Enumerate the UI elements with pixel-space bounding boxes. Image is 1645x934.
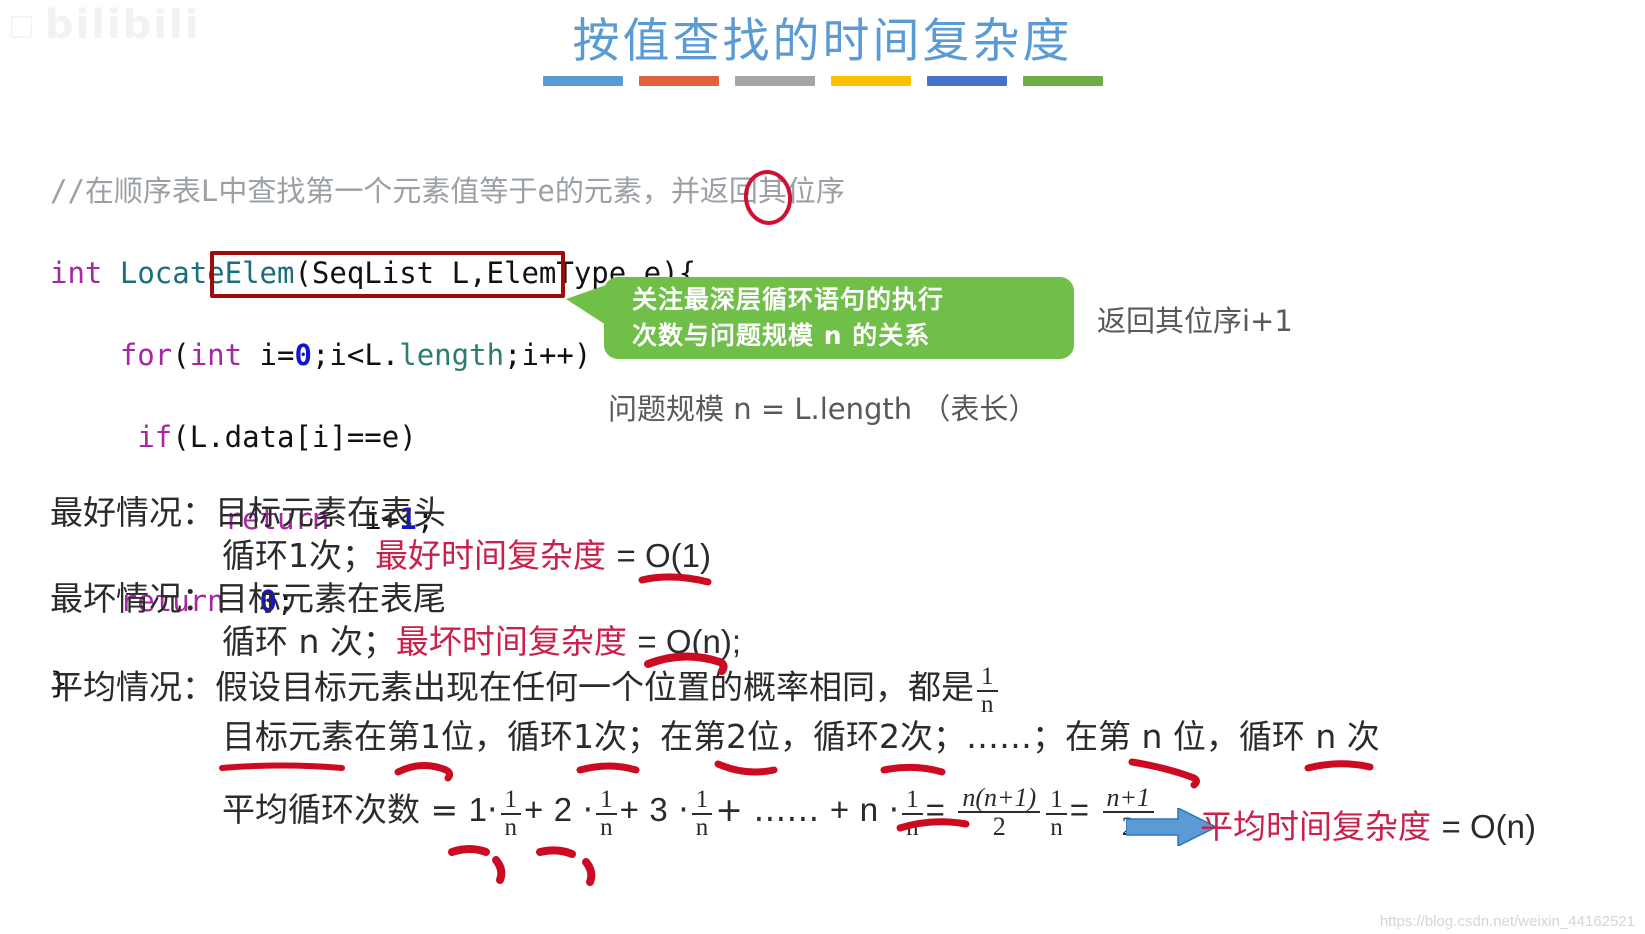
formula-term-2-coef: 2 [553, 791, 573, 828]
return-position-note: 返回其位序i+1 [1097, 304, 1293, 338]
average-case-positions-line: 目标元素在第1位，循环1次；在第2位，循环2次；……；在第 n 位，循环 n 次 [50, 716, 1380, 758]
probability-fraction: 1n [977, 663, 998, 719]
keyword-for: for [119, 338, 173, 372]
best-case-label: 最好情况： [50, 493, 215, 532]
title-rule-1 [542, 76, 623, 86]
formula-term-3-coef: 3 [649, 791, 668, 828]
ink-underline-posn [880, 763, 946, 776]
average-case-desc: 假设目标元素出现在任何一个位置的概率相同，都是 [215, 667, 974, 707]
title-rule-6 [1022, 76, 1103, 86]
sum-fraction: n(n+1) 2 [958, 783, 1041, 841]
function-name-locateelem: LocateElem [119, 256, 295, 290]
formula-last-op: · [888, 790, 900, 829]
ink-mark-frac1b [492, 856, 506, 884]
ink-mark-frac1 [448, 845, 490, 856]
formula-term-3-denominator: n [691, 812, 713, 841]
best-case-complexity-value: = O(1) [616, 537, 711, 574]
formula-equals-2: = [1069, 791, 1089, 828]
title-rule-2 [638, 76, 719, 86]
worst-case-complexity-label: 最坏时间复杂度 [395, 622, 627, 661]
formula-term-1-numerator: 1 [504, 785, 518, 813]
formula-last-denominator: n [902, 812, 923, 841]
worst-case-label: 最坏情况： [50, 579, 215, 618]
average-formula-line: 平均循环次数 = 1· 1 n + 2 · 1 n + 3 · 1 n + …… + n · 1 n =… [50, 784, 1157, 841]
sum-times-fraction: 1n [1046, 785, 1067, 842]
formula-last-coef: n [859, 791, 879, 828]
formula-term-2-op: · [582, 790, 594, 829]
ink-underline-posn-right [1128, 758, 1200, 789]
average-complexity-value: = O(n) [1441, 808, 1536, 845]
page-title: 按值查找的时间复杂度 [572, 14, 1073, 69]
formula-last-fraction: 1n [902, 785, 923, 842]
formula-term-1-fraction: 1n [500, 785, 521, 842]
average-complexity-label: 平均时间复杂度 [1200, 807, 1431, 846]
worst-case-loop-count: 循环 n 次； [222, 622, 396, 661]
sum-times-denominator: n [1046, 812, 1067, 841]
average-conclusion-line: 平均时间复杂度 = O(n) [1200, 800, 1536, 848]
ink-mark-frac2b [582, 858, 596, 886]
best-case-loop-count: 循环1次； [222, 536, 375, 575]
formula-equals-1: = [925, 791, 945, 828]
average-formula-label: 平均循环次数 = [222, 790, 459, 829]
formula-last-numerator: 1 [906, 785, 919, 813]
title-rule-4 [830, 76, 911, 86]
best-case-line: 最好情况：目标元素在表头 [50, 492, 446, 534]
code-line-comment: //在顺序表L中查找第一个元素值等于e的元素，并返回其位序 [50, 174, 845, 208]
sum-numerator: n(n+1) [962, 783, 1037, 812]
formula-term-2-numerator: 1 [600, 785, 613, 813]
ink-underline-loopn [1304, 760, 1374, 772]
best-case-detail-line: 循环1次；最好时间复杂度 = O(1) [50, 535, 711, 577]
keyword-int: int [50, 256, 103, 290]
best-case-complexity-label: 最好时间复杂度 [375, 536, 606, 575]
worst-case-detail-line: 循环 n 次；最坏时间复杂度 = O(n); [50, 621, 741, 663]
callout-bubble: 关注最深层循环语句的执行 次数与问题规模 n 的关系 [566, 277, 1074, 359]
average-positions-text: 目标元素在第1位，循环1次；在第2位，循环2次；……；在第 n 位，循环 n 次 [222, 717, 1380, 756]
formula-term-1-denominator: n [500, 812, 521, 841]
worst-case-complexity-value: = O(n); [637, 623, 742, 660]
formula-term-3-op: · [678, 790, 689, 829]
worst-case-line: 最坏情况：目标元素在表尾 [50, 578, 446, 620]
probability-numerator: 1 [981, 663, 994, 690]
problem-scale-note: 问题规模 n = L.length （表长） [608, 392, 1038, 426]
formula-ellipsis: + …… [715, 790, 820, 829]
formula-term-3-fraction: 1n [691, 785, 713, 842]
formula-term-2-denominator: n [596, 812, 617, 841]
callout-line-1: 关注最深层循环语句的执行 [632, 285, 945, 314]
sum-times-numerator: 1 [1050, 785, 1063, 813]
average-case-label: 平均情况： [50, 667, 215, 707]
callout-line-2: 次数与问题规模 n 的关系 [632, 321, 931, 350]
formula-term-2-fraction: 1n [596, 785, 617, 842]
title-rule-5 [926, 76, 1007, 86]
probability-denominator: n [977, 690, 998, 718]
formula-term-1-op: · [487, 790, 498, 829]
formula-term-1-coef: 1 [468, 791, 487, 828]
title-rule-row [0, 76, 1645, 86]
worst-case-desc: 目标元素在表尾 [215, 579, 446, 618]
slide-canvas: ☐ bilibili 按值查找的时间复杂度 //在顺序表L中查找第一个元素值等于e… [0, 0, 1645, 934]
callout-tail [566, 285, 606, 325]
source-url-watermark: https://blog.csdn.net/weixin_44162521 [1379, 913, 1635, 930]
best-case-desc: 目标元素在表头 [215, 493, 446, 532]
average-case-line: 平均情况：假设目标元素出现在任何一个位置的概率相同，都是 1 n [50, 663, 1001, 719]
formula-term-3-numerator: 1 [695, 785, 709, 813]
ink-mark-frac2 [536, 846, 576, 858]
title-rule-3 [734, 76, 815, 86]
sum-denominator: 2 [958, 811, 1041, 841]
